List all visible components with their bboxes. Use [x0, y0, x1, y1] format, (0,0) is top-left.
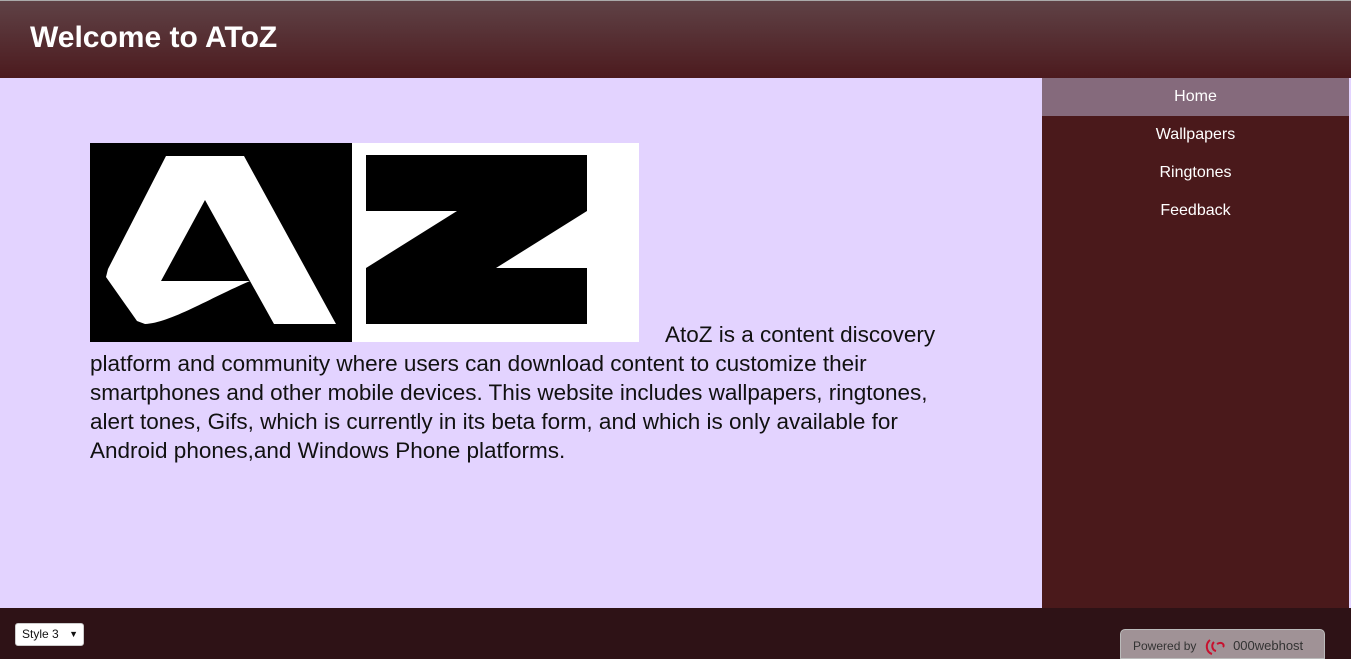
sidebar-nav: Home Wallpapers Ringtones Feedback	[1042, 78, 1349, 608]
powered-by-label: Powered by	[1133, 639, 1197, 654]
nav-ringtones[interactable]: Ringtones	[1042, 154, 1349, 192]
intro: AtoZ is a content discovery platform and…	[90, 143, 960, 465]
footer: Style 3 ▼ Powered by 000webhost	[0, 608, 1351, 659]
webhost-logo-icon	[1205, 639, 1225, 655]
chevron-down-icon: ▼	[69, 629, 78, 639]
page-title: Welcome to AToZ	[30, 21, 278, 54]
powered-by-badge[interactable]: Powered by 000webhost	[1120, 629, 1325, 659]
atoz-logo	[90, 143, 639, 342]
header: Welcome to AToZ	[0, 0, 1351, 78]
nav-home[interactable]: Home	[1042, 78, 1349, 116]
nav-wallpapers[interactable]: Wallpapers	[1042, 116, 1349, 154]
webhost-brand: 000webhost	[1233, 638, 1304, 654]
style-select-value: Style 3	[22, 627, 59, 641]
nav-feedback[interactable]: Feedback	[1042, 192, 1349, 230]
description-text: AtoZ is a content discovery platform and…	[90, 322, 936, 463]
style-select[interactable]: Style 3 ▼	[15, 623, 84, 646]
main-content: AtoZ is a content discovery platform and…	[0, 78, 1042, 608]
